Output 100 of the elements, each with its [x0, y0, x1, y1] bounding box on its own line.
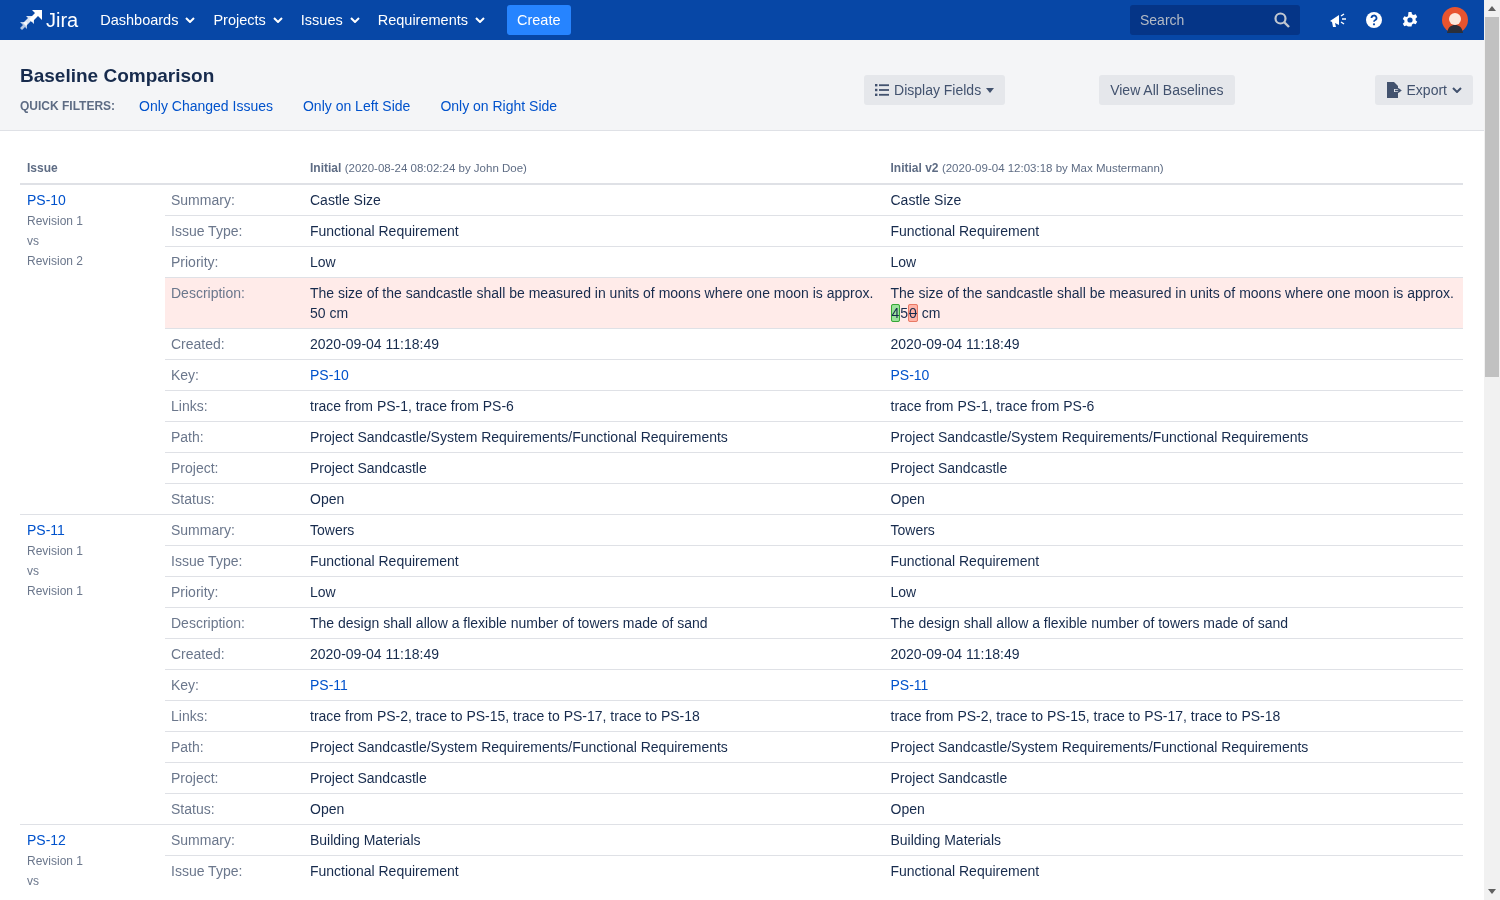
- field-value: trace from PS-2, trace to PS-15, trace to PS-17, trace to PS-18: [310, 707, 700, 726]
- issue-key-link[interactable]: PS-10: [27, 192, 165, 208]
- field-value: Low: [310, 583, 336, 602]
- issue-key-link[interactable]: PS-10: [890, 365, 930, 385]
- logo-text[interactable]: Jira: [46, 8, 79, 32]
- field-value: Project Sandcastle: [890, 459, 1008, 478]
- field-label: Links:: [171, 708, 208, 724]
- issue-key-link[interactable]: PS-11: [890, 675, 929, 695]
- scrollbar[interactable]: [1484, 0, 1500, 900]
- scroll-down-icon[interactable]: [1488, 889, 1496, 894]
- revision-label: vs: [27, 563, 40, 580]
- export-button[interactable]: Export: [1374, 75, 1473, 105]
- file-export-icon: [1385, 82, 1402, 98]
- field-value: Project Sandcastle: [310, 459, 427, 478]
- field-label: Created:: [171, 646, 225, 662]
- field-value: Open: [310, 800, 345, 819]
- field-value: Functional Requirement: [310, 552, 459, 571]
- nav-menu[interactable]: Dashboards: [92, 4, 204, 36]
- issue-key-link[interactable]: PS-12: [27, 832, 165, 848]
- column-header: Issue: [27, 161, 58, 175]
- create-button[interactable]: Create: [507, 5, 571, 35]
- field-label: Key:: [171, 677, 199, 693]
- field-value: Project Sandcastle/System Requirements/Functional Requirements: [890, 738, 1309, 757]
- field-label: Links:: [171, 398, 208, 414]
- scroll-up-icon[interactable]: [1488, 6, 1496, 11]
- field-label: Created:: [171, 336, 225, 352]
- revision-label: Revision 1: [27, 213, 85, 230]
- field-value: trace from PS-1, trace from PS-6: [310, 397, 514, 416]
- field-value: Open: [890, 490, 925, 509]
- field-label: Path:: [171, 429, 204, 445]
- chevron-icon: [475, 17, 485, 23]
- field-label: Summary:: [171, 192, 235, 208]
- quick-filter-link[interactable]: Only Changed Issues: [139, 98, 273, 114]
- column-header: Initial v2 (2020-09-04 12:03:18 by Max Mustermann): [890, 161, 1164, 175]
- field-label: Issue Type:: [171, 863, 243, 879]
- quick-filter-link[interactable]: Only on Right Side: [440, 98, 558, 114]
- field-label: Issue Type:: [171, 223, 243, 239]
- field-value: 2020-09-04 11:18:49: [890, 645, 1020, 664]
- chevron-icon: [272, 17, 283, 23]
- field-value: 2020-09-04 11:18:49: [310, 645, 439, 664]
- field-value: Building Materials: [890, 831, 1001, 850]
- field-label: Status:: [171, 801, 215, 817]
- field-value: Project Sandcastle/System Requirements/Functional Requirements: [310, 738, 728, 757]
- search-icon: [1274, 12, 1290, 28]
- nav-menu[interactable]: Requirements: [369, 4, 493, 36]
- field-value: Castle Size: [890, 191, 962, 210]
- field-value: 2020-09-04 11:18:49: [310, 335, 439, 354]
- issue-key-link[interactable]: PS-11: [27, 522, 165, 538]
- quick-filters-label: QUICK FILTERS:: [20, 99, 116, 113]
- field-value: Functional Requirement: [890, 222, 1040, 241]
- nav-menu[interactable]: Issues: [292, 4, 368, 36]
- help-icon[interactable]: [1365, 11, 1383, 29]
- revision-label: vs: [27, 233, 40, 250]
- field-value: Functional Requirement: [310, 222, 459, 241]
- field-label: Summary:: [171, 522, 235, 538]
- field-label: Project:: [171, 460, 219, 476]
- field-value: Towers: [310, 521, 355, 540]
- field-value: The design shall allow a flexible number of towers made of sand: [310, 614, 708, 633]
- field-value: Functional Requirement: [310, 862, 459, 881]
- field-value: Project Sandcastle/System Requirements/Functional Requirements: [890, 428, 1309, 447]
- field-label: Status:: [171, 491, 215, 507]
- avatar-icon[interactable]: [1442, 7, 1468, 33]
- field-value: Castle Size: [310, 191, 381, 210]
- chevron-icon: [185, 17, 196, 23]
- settings-icon[interactable]: [1401, 11, 1419, 29]
- field-value: Low: [310, 253, 336, 272]
- field-value: Low: [890, 253, 917, 272]
- nav-menu[interactable]: Projects: [205, 4, 291, 36]
- field-value: Open: [310, 490, 345, 509]
- revision-label: Revision 1: [27, 543, 85, 560]
- field-value: Open: [890, 800, 925, 819]
- field-value: Project Sandcastle/System Requirements/Functional Requirements: [310, 428, 728, 447]
- field-label: Key:: [171, 367, 199, 383]
- issue-key-link[interactable]: PS-10: [310, 365, 349, 385]
- field-value: trace from PS-2, trace to PS-15, trace to PS-17, trace to PS-18: [890, 707, 1281, 726]
- scrollbar-thumb[interactable]: [1485, 17, 1499, 377]
- field-value: The size of the sandcastle shall be measured in units of moons where one moon is approx. 50 cm: [310, 284, 875, 323]
- field-value: trace from PS-1, trace from PS-6: [890, 397, 1095, 416]
- revision-label: Revision 1: [27, 853, 85, 870]
- field-value: Project Sandcastle: [310, 769, 427, 788]
- chevron-icon: [1452, 87, 1462, 93]
- quick-filter-link[interactable]: Only on Left Side: [302, 98, 411, 114]
- revision-label: Revision 1: [27, 583, 85, 600]
- field-label: Path:: [171, 739, 204, 755]
- caret-icon: [986, 87, 995, 93]
- field-value: Project Sandcastle: [890, 769, 1008, 788]
- field-value: Functional Requirement: [890, 552, 1040, 571]
- search-field[interactable]: Search: [1130, 5, 1300, 35]
- display-fields-button[interactable]: Display Fields: [864, 75, 1006, 105]
- field-label: Issue Type:: [171, 553, 243, 569]
- field-value: The design shall allow a flexible number of towers made of sand: [890, 614, 1289, 633]
- issue-key-link[interactable]: PS-11: [310, 675, 348, 695]
- field-label: Description:: [171, 285, 245, 301]
- page-title: Baseline Comparison: [20, 65, 216, 87]
- view-all-baselines-button[interactable]: View All Baselines: [1099, 75, 1235, 105]
- revision-label: Revision 2: [27, 253, 85, 270]
- chevron-icon: [349, 17, 360, 23]
- field-label: Description:: [171, 615, 245, 631]
- field-value: Functional Requirement: [890, 862, 1040, 881]
- megaphone-icon[interactable]: [1329, 12, 1347, 28]
